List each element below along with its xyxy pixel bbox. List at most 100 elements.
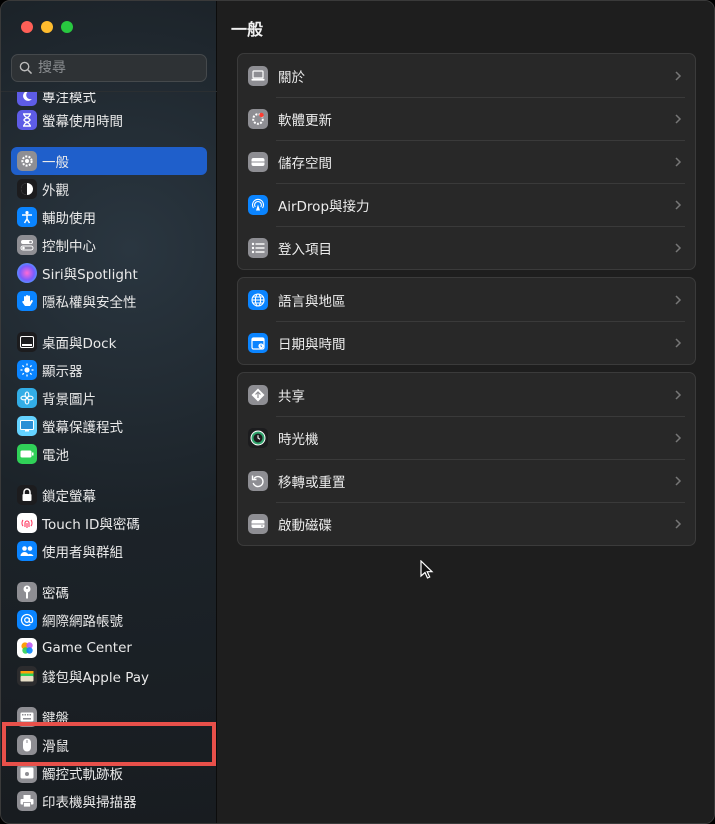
chevron-right-icon <box>675 242 682 253</box>
sharing-icon <box>248 384 268 405</box>
search-input[interactable] <box>38 60 198 76</box>
printer-icon <box>17 791 37 811</box>
row-language-region[interactable]: 語言與地區 <box>238 278 695 321</box>
row-label: 啟動磁碟 <box>278 517 332 534</box>
dock-icon <box>17 332 37 352</box>
sidebar-item-appearance[interactable]: 外觀 <box>11 175 207 203</box>
game-center-icon <box>17 638 37 658</box>
storage-icon <box>248 151 268 172</box>
sidebar-item-label: Touch ID與密碼 <box>42 517 140 533</box>
at-icon <box>17 610 37 630</box>
settings-group-1: 關於 軟體更新 儲存空間 AirDrop與接力 登入項目 <box>237 53 696 270</box>
reset-icon <box>248 470 268 491</box>
hourglass-icon <box>17 110 37 130</box>
row-date-time[interactable]: 日期與時間 <box>238 321 695 364</box>
chevron-right-icon <box>675 432 682 443</box>
sidebar-item-battery[interactable]: 電池 <box>11 440 207 468</box>
sidebar-item-label: 螢幕保護程式 <box>42 420 123 436</box>
close-window-button[interactable] <box>21 21 33 33</box>
accessibility-icon <box>17 207 37 227</box>
row-startup-disk[interactable]: 啟動磁碟 <box>238 502 695 545</box>
chevron-right-icon <box>675 475 682 486</box>
sidebar-item-game-center[interactable]: Game Center <box>11 634 207 662</box>
row-transfer-reset[interactable]: 移轉或重置 <box>238 459 695 502</box>
row-label: 語言與地區 <box>278 293 346 310</box>
laptop-icon <box>248 65 268 86</box>
sidebar-item-desktop-dock[interactable]: 桌面與Dock <box>11 328 207 356</box>
sidebar-item-label: 觸控式軌跡板 <box>42 767 123 783</box>
row-sharing[interactable]: 共享 <box>238 373 695 416</box>
row-label: 移轉或重置 <box>278 474 346 491</box>
sidebar-item-privacy-security[interactable]: 隱私權與安全性 <box>11 287 207 315</box>
row-label: 關於 <box>278 69 305 86</box>
sidebar-item-printers-scanners[interactable]: 印表機與掃描器 <box>11 787 207 815</box>
row-label: 儲存空間 <box>278 155 332 172</box>
sidebar-item-label: 滑鼠 <box>42 739 69 755</box>
sidebar-item-mouse[interactable]: 滑鼠 <box>11 731 207 759</box>
sidebar-item-control-center[interactable]: 控制中心 <box>11 231 207 259</box>
globe-icon <box>248 289 268 310</box>
time-machine-icon <box>248 427 268 448</box>
hand-icon <box>17 291 37 311</box>
sidebar-item-label: 桌面與Dock <box>42 336 117 352</box>
sidebar-item-label: 密碼 <box>42 586 69 602</box>
row-login-items[interactable]: 登入項目 <box>238 226 695 269</box>
search-icon <box>19 61 32 74</box>
row-storage[interactable]: 儲存空間 <box>238 140 695 183</box>
users-icon <box>17 541 37 561</box>
siri-icon <box>17 263 37 283</box>
row-label: 登入項目 <box>278 241 332 258</box>
search-field[interactable] <box>11 54 207 82</box>
row-label: AirDrop與接力 <box>278 198 370 215</box>
software-update-icon <box>248 108 268 129</box>
window-controls <box>21 21 73 33</box>
list-icon <box>248 237 268 258</box>
sidebar-item-siri-spotlight[interactable]: Siri與Spotlight <box>11 259 207 287</box>
disk-icon <box>248 513 268 534</box>
chevron-right-icon <box>675 389 682 400</box>
sidebar-item-general[interactable]: 一般 <box>11 147 207 175</box>
sidebar-item-touch-id-password[interactable]: Touch ID與密碼 <box>11 509 207 537</box>
row-about[interactable]: 關於 <box>238 54 695 97</box>
moon-icon <box>17 92 37 106</box>
chevron-right-icon <box>675 294 682 305</box>
sidebar-item-label: 網際網路帳號 <box>42 614 123 630</box>
sidebar-item-internet-accounts[interactable]: 網際網路帳號 <box>11 606 207 634</box>
airdrop-icon <box>248 194 268 215</box>
row-airdrop-handoff[interactable]: AirDrop與接力 <box>238 183 695 226</box>
sidebar-item-trackpad[interactable]: 觸控式軌跡板 <box>11 759 207 787</box>
sidebar-item-accessibility[interactable]: 輔助使用 <box>11 203 207 231</box>
row-software-update[interactable]: 軟體更新 <box>238 97 695 140</box>
sidebar-list[interactable]: 專注模式 螢幕使用時間 一般 外觀 輔助使用 控制中心 Siri與Spotlig… <box>1 92 217 823</box>
control-center-icon <box>17 235 37 255</box>
calendar-icon <box>248 332 268 353</box>
sidebar-item-passwords[interactable]: 密碼 <box>11 578 207 606</box>
row-label: 時光機 <box>278 431 319 448</box>
mouse-icon <box>17 735 37 755</box>
sidebar-item-keyboard[interactable]: 鍵盤 <box>11 703 207 731</box>
content-pane: 一般 關於 軟體更新 儲存空間 AirDrop與接力 登入項目 語言與地區 日期… <box>217 1 714 823</box>
zoom-window-button[interactable] <box>61 21 73 33</box>
row-label: 軟體更新 <box>278 112 332 129</box>
sidebar-item-displays[interactable]: 顯示器 <box>11 356 207 384</box>
sidebar-item-label: 控制中心 <box>42 239 96 255</box>
row-time-machine[interactable]: 時光機 <box>238 416 695 459</box>
sidebar-item-screen-time[interactable]: 螢幕使用時間 <box>11 106 207 134</box>
gear-icon <box>17 151 37 171</box>
sidebar-item-wallet-apple-pay[interactable]: 錢包與Apple Pay <box>11 662 207 690</box>
sidebar-item-users-groups[interactable]: 使用者與群組 <box>11 537 207 565</box>
minimize-window-button[interactable] <box>41 21 53 33</box>
sidebar-item-label: 螢幕使用時間 <box>42 114 123 130</box>
sidebar-item-screen-saver[interactable]: 螢幕保護程式 <box>11 412 207 440</box>
flower-icon <box>17 388 37 408</box>
fingerprint-icon <box>17 513 37 533</box>
settings-group-3: 共享 時光機 移轉或重置 啟動磁碟 <box>237 372 696 546</box>
sidebar-item-lock-screen[interactable]: 鎖定螢幕 <box>11 481 207 509</box>
sidebar-item-label: 外觀 <box>42 183 69 199</box>
sidebar-item-label: 鍵盤 <box>42 711 69 727</box>
page-title: 一般 <box>231 20 264 39</box>
trackpad-icon <box>17 763 37 783</box>
sidebar-item-wallpaper[interactable]: 背景圖片 <box>11 384 207 412</box>
row-label: 共享 <box>278 388 305 405</box>
lock-icon <box>17 485 37 505</box>
